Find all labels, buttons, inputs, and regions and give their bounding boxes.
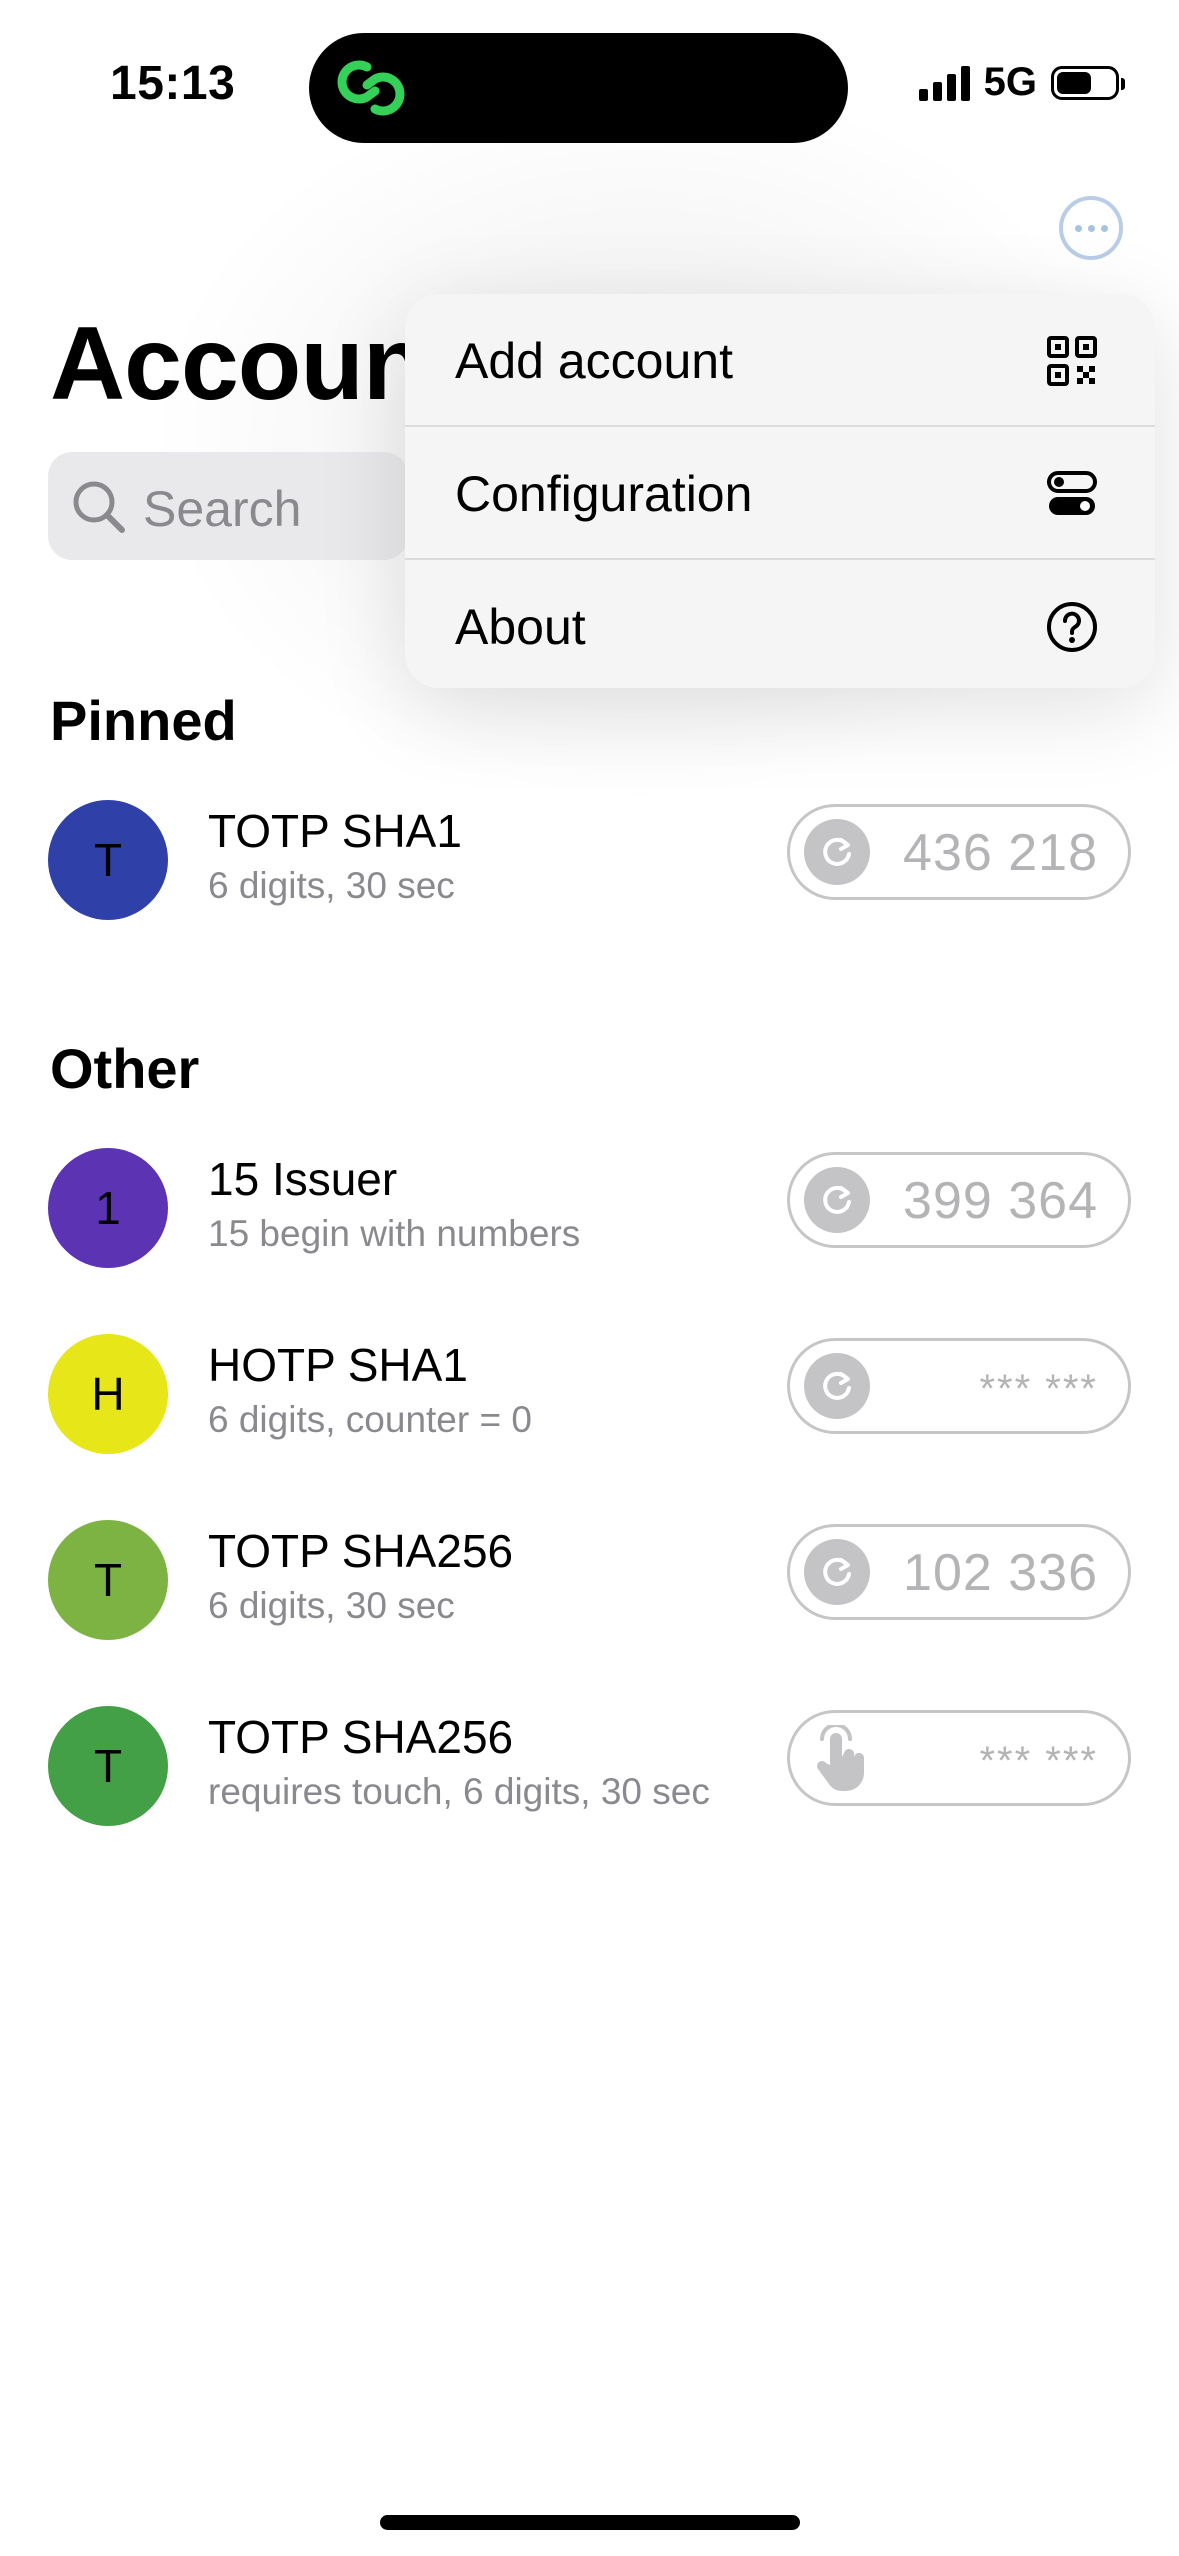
code-button[interactable]: 399 364 xyxy=(787,1152,1131,1248)
avatar: T xyxy=(48,1706,168,1826)
search-field[interactable]: Search xyxy=(48,452,408,560)
avatar: 1 xyxy=(48,1148,168,1268)
question-circle-icon xyxy=(1047,602,1097,652)
refresh-icon xyxy=(804,1539,870,1605)
account-detail: 15 begin with numbers xyxy=(208,1213,581,1254)
touch-icon xyxy=(817,1725,865,1791)
menu-item-about[interactable]: About xyxy=(405,560,1155,688)
account-name: TOTP SHA256 xyxy=(208,1711,514,1763)
link-chain-icon xyxy=(337,60,405,116)
account-name: TOTP SHA256 xyxy=(208,1525,514,1577)
account-name: TOTP SHA1 xyxy=(208,805,462,857)
dynamic-island xyxy=(309,33,848,143)
home-indicator[interactable] xyxy=(380,2515,800,2530)
cellular-signal-icon xyxy=(918,65,970,101)
otp-code: 399 364 xyxy=(903,1172,1098,1230)
account-name: 15 Issuer xyxy=(208,1153,398,1205)
page-title: Accoun xyxy=(50,306,426,422)
account-name: HOTP SHA1 xyxy=(208,1339,468,1391)
code-button[interactable]: 102 336 xyxy=(787,1524,1131,1620)
toggles-icon xyxy=(1047,471,1097,515)
status-time: 15:13 xyxy=(110,57,236,110)
otp-code-masked: *** *** xyxy=(979,1739,1098,1783)
section-title-other: Other xyxy=(50,1037,200,1100)
account-row[interactable]: H HOTP SHA1 6 digits, counter = 0 *** **… xyxy=(0,1334,1179,1464)
otp-code-masked: *** *** xyxy=(979,1367,1098,1411)
menu-item-label: Add account xyxy=(455,333,733,389)
search-icon xyxy=(73,481,125,533)
avatar: T xyxy=(48,800,168,920)
account-detail: 6 digits, 30 sec xyxy=(208,1585,455,1626)
refresh-icon xyxy=(804,819,870,885)
refresh-icon xyxy=(804,1167,870,1233)
refresh-icon xyxy=(804,1353,870,1419)
more-options-button[interactable] xyxy=(1059,196,1123,260)
network-type: 5G xyxy=(983,60,1037,104)
battery-icon xyxy=(1051,65,1125,100)
menu-item-configuration[interactable]: Configuration xyxy=(405,427,1155,560)
avatar: H xyxy=(48,1334,168,1454)
account-detail: 6 digits, 30 sec xyxy=(208,865,455,906)
menu-item-add-account[interactable]: Add account xyxy=(405,294,1155,427)
account-detail: requires touch, 6 digits, 30 sec xyxy=(208,1771,710,1812)
status-indicators: 5G xyxy=(918,60,1125,105)
account-row[interactable]: T TOTP SHA256 requires touch, 6 digits, … xyxy=(0,1706,1179,1836)
account-row[interactable]: 1 15 Issuer 15 begin with numbers 399 36… xyxy=(0,1148,1179,1278)
menu-item-label: Configuration xyxy=(455,466,753,522)
qr-code-icon xyxy=(1047,336,1097,386)
section-title-pinned: Pinned xyxy=(50,689,237,752)
code-button[interactable]: *** *** xyxy=(787,1710,1131,1806)
search-placeholder: Search xyxy=(143,481,302,537)
account-detail: 6 digits, counter = 0 xyxy=(208,1399,532,1440)
menu-item-label: About xyxy=(455,599,586,655)
code-button[interactable]: *** *** xyxy=(787,1338,1131,1434)
avatar: T xyxy=(48,1520,168,1640)
otp-code: 102 336 xyxy=(903,1544,1098,1602)
options-menu: Add account Configuration About xyxy=(405,294,1155,688)
ellipsis-icon xyxy=(1074,224,1082,232)
code-button[interactable]: 436 218 xyxy=(787,804,1131,900)
account-row[interactable]: T TOTP SHA1 6 digits, 30 sec 436 218 xyxy=(0,800,1179,930)
account-row[interactable]: T TOTP SHA256 6 digits, 30 sec 102 336 xyxy=(0,1520,1179,1650)
otp-code: 436 218 xyxy=(903,824,1098,882)
